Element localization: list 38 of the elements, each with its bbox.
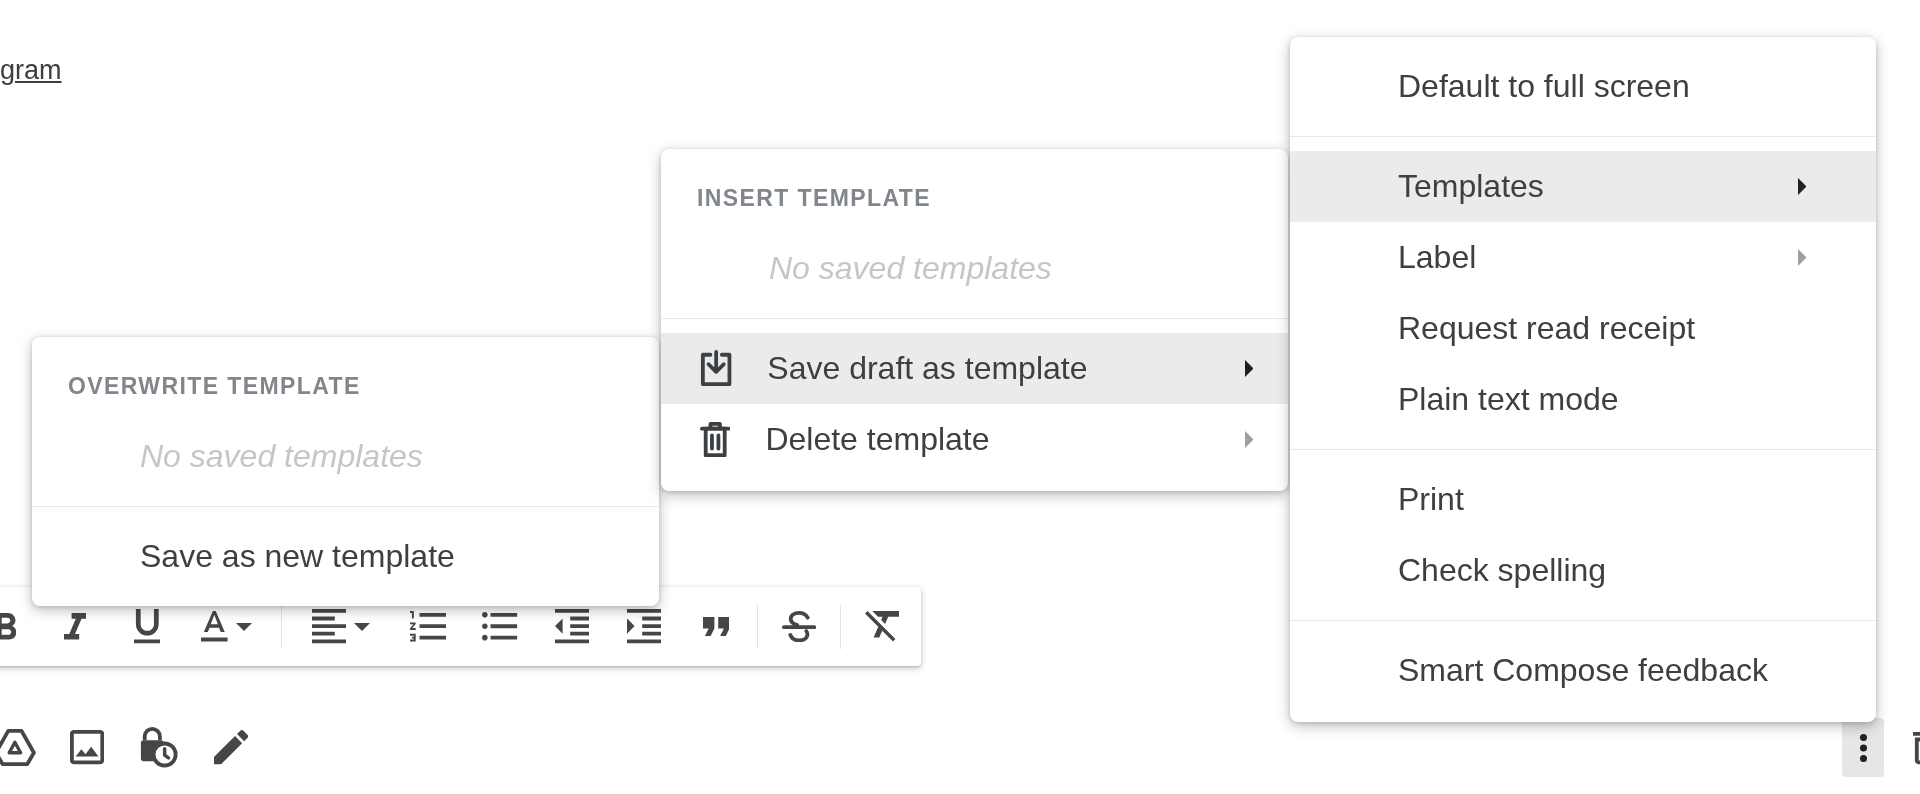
caret-icon <box>354 622 371 631</box>
menu-item: No saved templates <box>768 249 1053 288</box>
menu-item[interactable]: Save as new template <box>32 521 659 592</box>
menu-item[interactable]: Smart Compose feedback <box>1290 635 1876 706</box>
menu-heading: INSERT TEMPLATE <box>696 183 932 213</box>
menu-item[interactable]: Save draft as template <box>661 333 1288 404</box>
decrease-indent-icon <box>554 609 590 644</box>
align-left-icon <box>312 609 347 644</box>
menu-item[interactable]: Check spelling <box>1290 535 1876 606</box>
caret-icon <box>235 622 252 631</box>
more-options-button[interactable] <box>1842 718 1884 777</box>
increase-indent-icon <box>626 609 662 644</box>
menu-item[interactable]: Templates <box>1290 151 1876 222</box>
more-options-icon <box>1859 733 1867 762</box>
bulleted-list-icon <box>482 612 518 641</box>
underline-icon <box>133 609 161 644</box>
bold-icon <box>0 613 17 640</box>
menu-item[interactable]: Plain text mode <box>1290 364 1876 435</box>
menu-heading: OVERWRITE TEMPLATE <box>67 371 362 401</box>
numbered-list-icon <box>409 611 447 642</box>
image-icon <box>69 730 105 765</box>
pen-icon <box>213 730 249 765</box>
quote-icon <box>702 617 730 636</box>
strikethrough-icon <box>781 610 817 643</box>
text-color-icon <box>201 611 228 642</box>
menu-item[interactable]: Label <box>1290 222 1876 293</box>
lock-clock-icon <box>139 726 179 769</box>
trash-icon <box>700 421 731 458</box>
menu-item[interactable]: Delete template <box>661 404 1288 475</box>
remove-formatting-icon <box>864 611 900 642</box>
menu-item[interactable]: Default to full screen <box>1290 51 1876 122</box>
italic-icon <box>63 613 87 640</box>
box-down-arrow-icon <box>700 349 733 387</box>
menu-item[interactable]: Print <box>1290 464 1876 535</box>
menu-item[interactable]: Request read receipt <box>1290 293 1876 364</box>
menu-item: No saved templates <box>139 437 424 476</box>
drive-icon <box>0 728 36 766</box>
message-link[interactable]: gram <box>0 52 62 88</box>
